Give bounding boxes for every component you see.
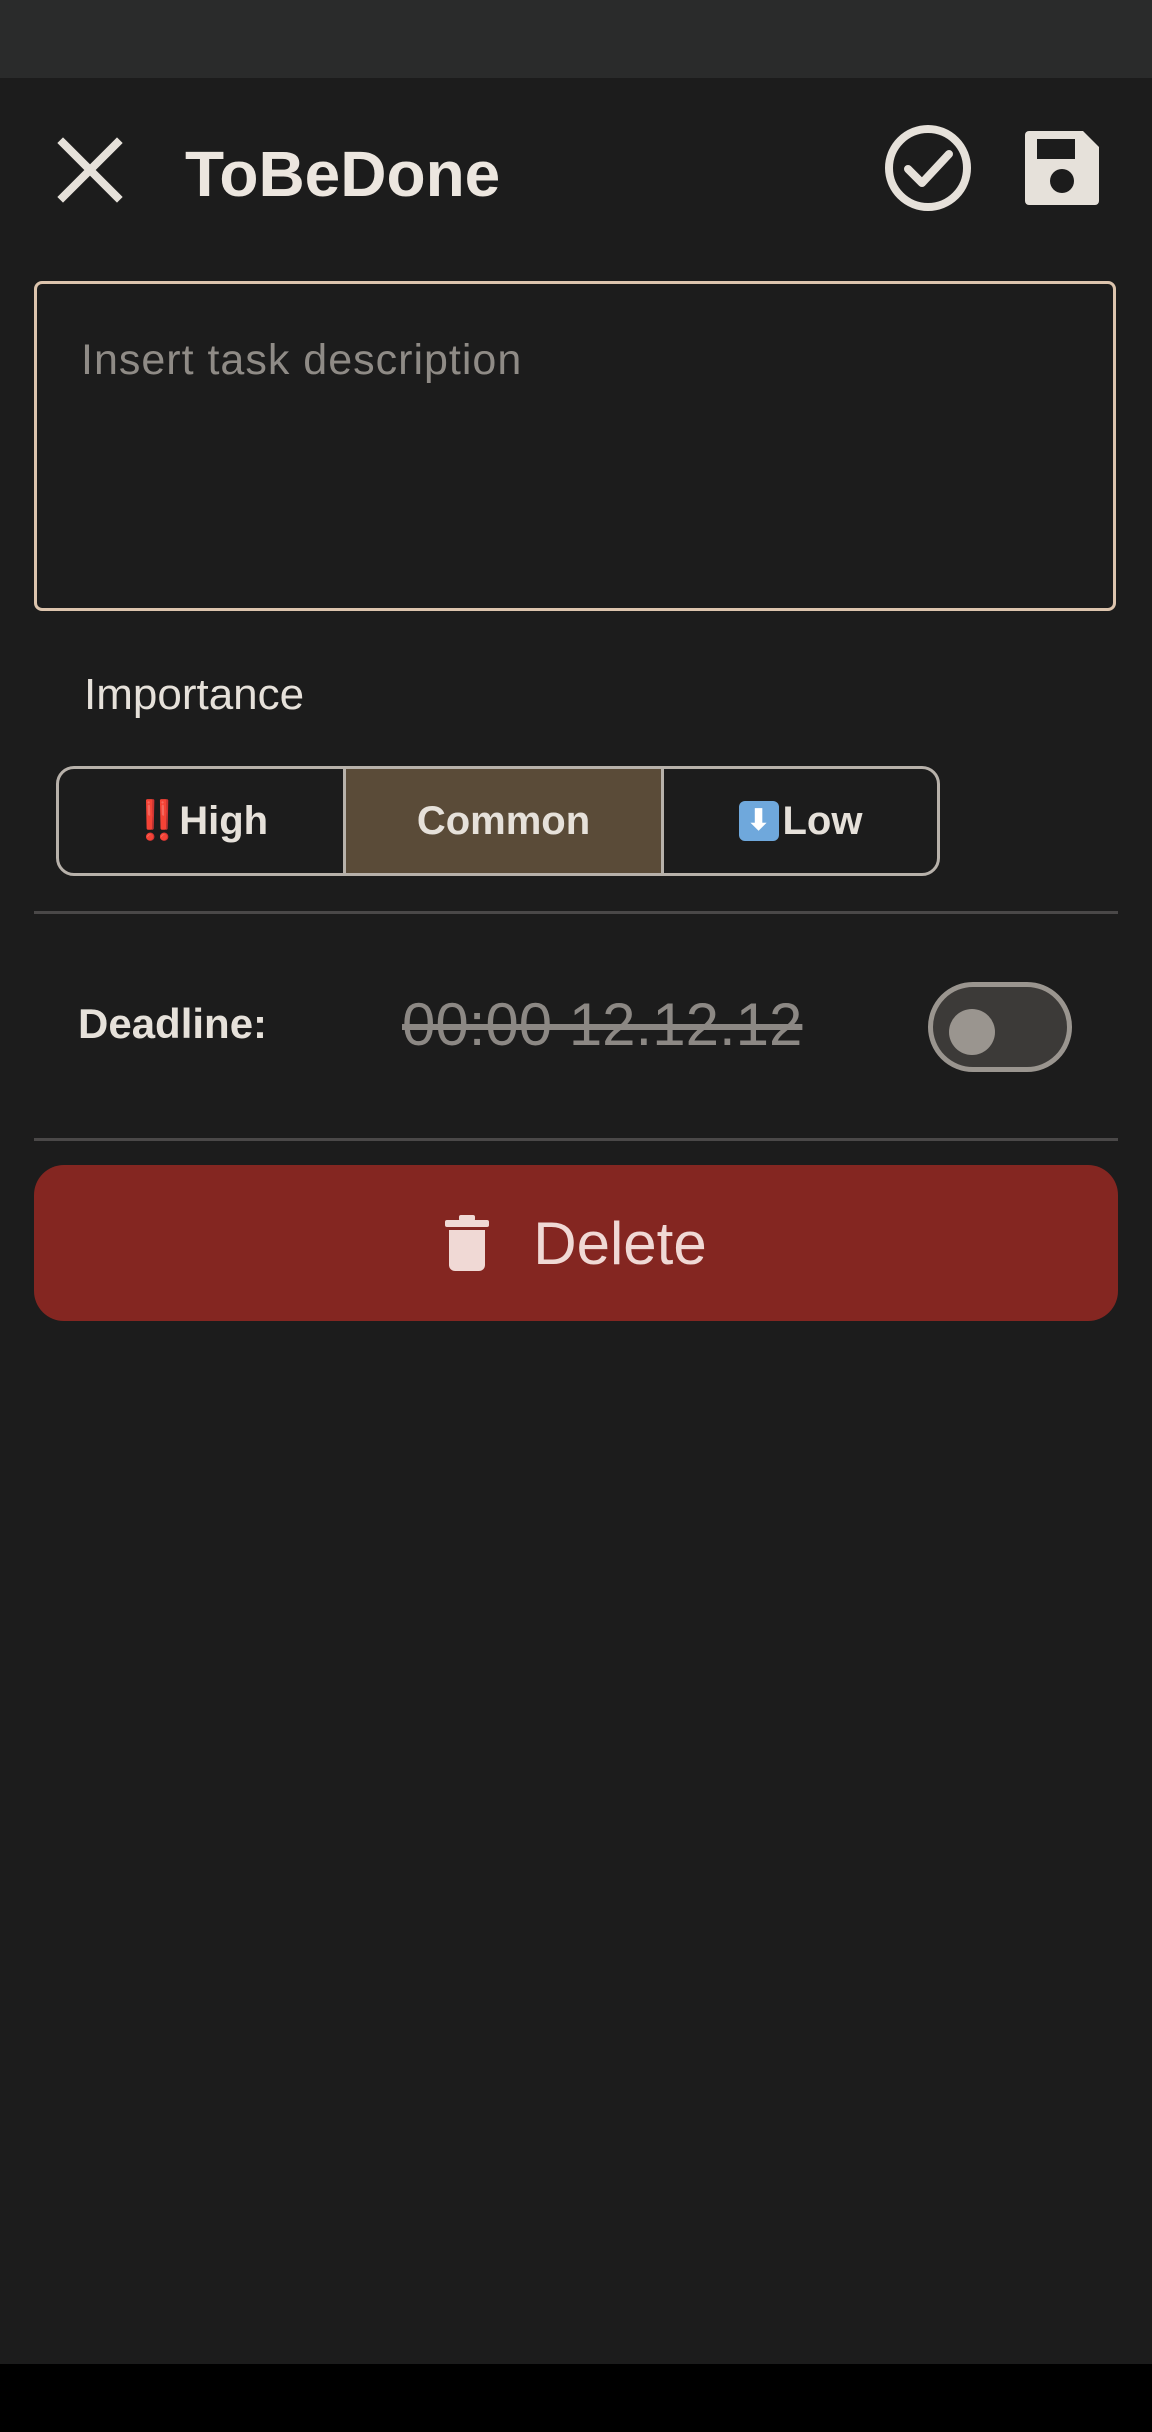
delete-button-label: Delete bbox=[533, 1209, 707, 1277]
down-arrow-icon: ⬇ bbox=[738, 801, 779, 841]
double-exclamation-icon: ‼️ bbox=[133, 800, 181, 842]
close-button[interactable] bbox=[40, 122, 140, 222]
app-title: ToBeDone bbox=[185, 138, 501, 210]
deadline-label: Deadline: bbox=[78, 1000, 268, 1047]
importance-option-high[interactable]: ‼️ High bbox=[59, 769, 346, 873]
importance-label: Importance bbox=[84, 670, 305, 719]
deadline-value[interactable]: 00:00 12.12.12 bbox=[402, 990, 802, 1059]
importance-option-label: Low bbox=[782, 798, 863, 843]
save-button[interactable] bbox=[1012, 120, 1112, 220]
task-description-field[interactable] bbox=[34, 281, 1116, 611]
delete-button[interactable]: Delete bbox=[34, 1165, 1118, 1321]
importance-option-label: Common bbox=[416, 798, 591, 843]
navigation-bar bbox=[0, 2364, 1152, 2432]
check-circle-icon bbox=[883, 123, 973, 218]
importance-option-low[interactable]: ⬇ Low bbox=[664, 769, 937, 873]
floppy-disk-icon bbox=[1021, 127, 1103, 214]
toggle-knob bbox=[949, 1009, 995, 1055]
app-bar: ToBeDone bbox=[0, 78, 1152, 262]
importance-option-label: High bbox=[179, 798, 269, 843]
divider bbox=[34, 911, 1118, 914]
mark-done-button[interactable] bbox=[878, 120, 978, 220]
trash-icon bbox=[445, 1215, 490, 1271]
importance-selector: ‼️ High Common ⬇ Low bbox=[56, 766, 940, 876]
task-description-input[interactable] bbox=[37, 284, 1113, 608]
close-icon bbox=[55, 135, 125, 210]
importance-option-common[interactable]: Common bbox=[346, 769, 664, 873]
deadline-toggle[interactable] bbox=[928, 982, 1072, 1072]
divider bbox=[34, 1138, 1118, 1141]
status-bar bbox=[0, 0, 1152, 78]
